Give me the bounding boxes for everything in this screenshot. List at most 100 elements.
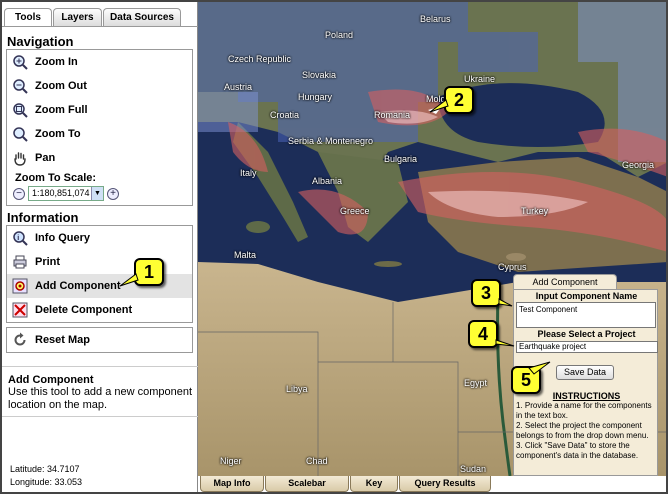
map-label: Cyprus <box>498 262 527 272</box>
zoom-out-label: Zoom Out <box>35 80 87 92</box>
delete-component-label: Delete Component <box>35 304 133 316</box>
map-label: Bulgaria <box>384 154 418 164</box>
map-label: Ukraine <box>464 74 496 84</box>
map-label: Niger <box>220 456 242 466</box>
map-label: Slovakia <box>302 70 337 80</box>
scale-minus-button[interactable]: − <box>13 187 25 200</box>
map-label: Albania <box>312 176 343 186</box>
project-heading: Please Select a Project <box>537 329 636 339</box>
chevron-down-icon: ▼ <box>91 187 103 200</box>
hand-icon <box>11 149 29 167</box>
callout-5: 5 <box>511 366 541 394</box>
tab-layers[interactable]: Layers <box>53 8 102 26</box>
add-component-button[interactable]: Add Component <box>7 274 192 298</box>
zoom-in-button[interactable]: Zoom In <box>7 50 192 74</box>
info-query-label: Info Query <box>35 232 91 244</box>
map-label: Hungary <box>298 92 333 102</box>
help-divider <box>2 366 198 367</box>
component-name-heading: Input Component Name <box>535 291 638 301</box>
map-label: Romania <box>374 110 411 120</box>
map-label: Libya <box>286 384 308 394</box>
add-component-label: Add Component <box>35 280 121 292</box>
map-label: Chad <box>306 456 328 466</box>
pan-button[interactable]: Pan <box>7 146 192 170</box>
panel-tabs: Tools Layers Data Sources <box>4 8 182 26</box>
map-label: Czech Republic <box>228 54 292 64</box>
sicily-island <box>246 221 270 233</box>
pan-label: Pan <box>35 152 56 164</box>
zoom-full-icon <box>11 101 29 119</box>
tab-scalebar[interactable]: Scalebar <box>265 476 349 492</box>
print-button[interactable]: Print <box>7 250 192 274</box>
scale-select[interactable]: 1:180,851,074 ▼ <box>28 186 104 201</box>
tab-query-results[interactable]: Query Results <box>399 476 491 492</box>
tab-map-info[interactable]: Map Info <box>200 476 264 492</box>
component-name-input[interactable]: Test Component <box>516 302 656 328</box>
instruction-step: 1. Provide a name for the components in … <box>516 401 652 420</box>
callout-3: 3 <box>471 279 501 307</box>
map-label: Serbia & Montenegro <box>288 136 374 146</box>
zoom-full-label: Zoom Full <box>35 104 88 116</box>
map-label: Italy <box>240 168 257 178</box>
zoom-in-icon <box>11 53 29 71</box>
navigation-title: Navigation <box>7 34 74 49</box>
help-divider-bottom <box>2 416 198 417</box>
information-box: i Info Query Print Add Component Delete … <box>6 225 193 323</box>
info-query-icon: i <box>11 229 29 247</box>
reset-map-button[interactable]: Reset Map <box>7 328 192 352</box>
app-window: Tools Layers Data Sources Navigation Zoo… <box>0 0 668 494</box>
coordinates-readout: Latitude: 34.7107 Longitude: 33.053 <box>10 463 82 489</box>
zoom-out-icon <box>11 77 29 95</box>
latitude-readout: Latitude: 34.7107 <box>10 464 80 474</box>
map-label: Malta <box>234 250 257 260</box>
tab-data-sources[interactable]: Data Sources <box>103 8 181 26</box>
instruction-step: 3. Click "Save Data" to store the compon… <box>516 441 639 460</box>
reset-map-label: Reset Map <box>35 334 91 346</box>
help-text: Use this tool to add a new component loc… <box>8 386 193 411</box>
scale-plus-button[interactable]: + <box>107 187 119 200</box>
refresh-icon <box>11 331 29 349</box>
delete-component-button[interactable]: Delete Component <box>7 298 192 322</box>
print-label: Print <box>35 256 61 268</box>
crete-island <box>374 261 402 267</box>
zoom-in-label: Zoom In <box>35 56 78 68</box>
zoom-to-button[interactable]: Zoom To <box>7 122 192 146</box>
zoom-to-icon <box>11 125 29 143</box>
add-component-tab[interactable]: Add Component <box>513 274 617 290</box>
map-label: Sudan <box>460 464 487 474</box>
delete-component-icon <box>11 301 29 319</box>
zoom-scale-row: − 1:180,851,074 ▼ + <box>7 186 192 201</box>
callout-1: 1 <box>134 258 164 286</box>
zoom-out-button[interactable]: Zoom Out <box>7 74 192 98</box>
tab-key[interactable]: Key <box>350 476 398 492</box>
add-component-icon <box>11 277 29 295</box>
help-title: Add Component <box>8 374 94 386</box>
scale-value: 1:180,851,074 <box>32 188 90 198</box>
instructions-text: 1. Provide a name for the components in … <box>516 401 656 461</box>
info-query-button[interactable]: i Info Query <box>7 226 192 250</box>
longitude-readout: Longitude: 33.053 <box>10 477 83 487</box>
zoom-full-button[interactable]: Zoom Full <box>7 98 192 122</box>
tab-divider <box>2 26 198 27</box>
zoom-scale-label: Zoom To Scale: <box>15 172 97 184</box>
cyprus-island <box>506 253 526 261</box>
callout-4: 4 <box>468 320 498 348</box>
svg-text:i: i <box>17 235 19 242</box>
save-data-button[interactable]: Save Data <box>556 365 614 380</box>
map-label: Belarus <box>420 14 451 24</box>
map-label: Croatia <box>270 110 300 120</box>
map-label: Turkey <box>521 206 549 216</box>
callout-2: 2 <box>444 86 474 114</box>
map-label: Greece <box>340 206 370 216</box>
map-label: Austria <box>224 82 253 92</box>
tools-panel: Tools Layers Data Sources Navigation Zoo… <box>2 2 198 492</box>
instruction-step: 2. Select the project the component belo… <box>516 421 649 440</box>
map-label: Poland <box>325 30 354 40</box>
reset-box: Reset Map <box>6 327 193 353</box>
information-title: Information <box>7 210 79 225</box>
print-icon <box>11 253 29 271</box>
zoom-to-label: Zoom To <box>35 128 81 140</box>
bottom-tabs: Map Info Scalebar Key Query Results <box>200 476 492 492</box>
project-select[interactable]: Earthquake project <box>516 341 658 353</box>
tab-tools[interactable]: Tools <box>4 8 52 26</box>
